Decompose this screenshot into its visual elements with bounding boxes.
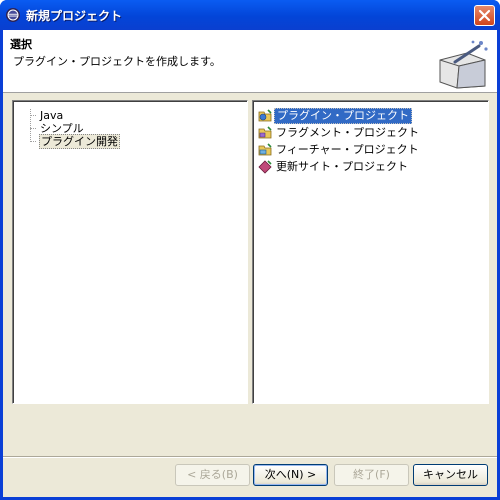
header-description: プラグイン・プロジェクトを作成します。 [13, 55, 221, 68]
list-item-label: フィーチャー・プロジェクト [276, 143, 419, 156]
list-item-label: プラグイン・プロジェクト [274, 108, 412, 124]
list-item-label: 更新サイト・プロジェクト [276, 160, 408, 173]
button-bar-separator [3, 456, 497, 458]
close-icon [478, 9, 491, 22]
tree-item-label: プラグイン開発 [39, 134, 120, 149]
next-button[interactable]: 次へ(N) > [253, 464, 328, 486]
dialog-body: 選択 プラグイン・プロジェクトを作成します。 Java シンプル プラグイン開発… [3, 30, 497, 497]
fragment-project-icon [258, 126, 272, 139]
cancel-button[interactable]: キャンセル [413, 464, 488, 486]
list-item-update-site-project[interactable]: 更新サイト・プロジェクト [257, 159, 410, 175]
title-bar[interactable]: 新規プロジェクト [0, 0, 500, 30]
update-site-project-icon [258, 160, 272, 174]
header-title: 選択 [10, 38, 32, 51]
window-title: 新規プロジェクト [26, 9, 123, 23]
list-item-label: フラグメント・プロジェクト [276, 126, 419, 139]
tree-item-label: Java [40, 109, 64, 122]
finish-button[interactable]: 終了(F) [334, 464, 409, 486]
category-tree[interactable]: Java シンプル プラグイン開発 [12, 100, 248, 404]
list-item-plugin-project[interactable]: プラグイン・プロジェクト [257, 108, 412, 124]
tree-item-java[interactable]: Java [30, 109, 64, 122]
list-item-fragment-project[interactable]: フラグメント・プロジェクト [257, 125, 421, 141]
project-type-list[interactable]: プラグイン・プロジェクト フラグメント・プロジェクト フィーチャー・プロジェクト [252, 100, 489, 404]
tree-item-plugin-development[interactable]: プラグイン開発 [30, 134, 120, 149]
new-project-wizard-icon [439, 40, 488, 89]
feature-project-icon [258, 143, 272, 156]
eclipse-icon [6, 8, 20, 22]
close-button[interactable] [474, 5, 495, 26]
back-button[interactable]: < 戻る(B) [175, 464, 250, 486]
plugin-project-icon [258, 109, 272, 122]
dialog-window: 新規プロジェクト 選択 プラグイン・プロジェクトを作成します。 Java シンプ… [0, 0, 500, 500]
wizard-header: 選択 プラグイン・プロジェクトを作成します。 [3, 30, 497, 93]
list-item-feature-project[interactable]: フィーチャー・プロジェクト [257, 142, 421, 158]
